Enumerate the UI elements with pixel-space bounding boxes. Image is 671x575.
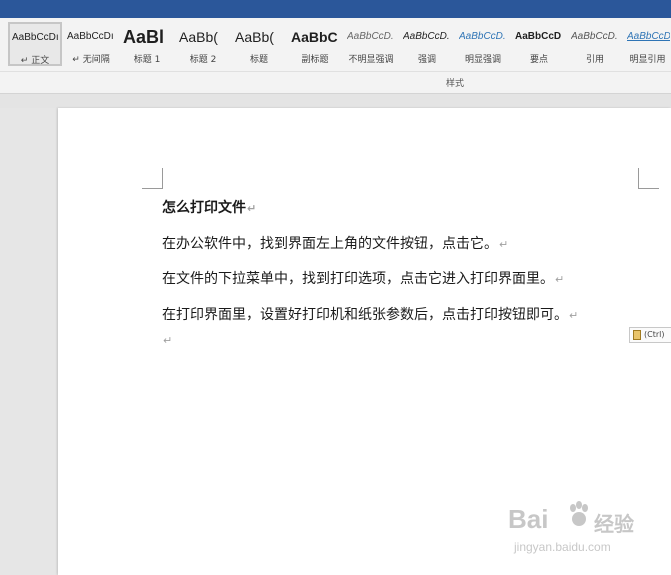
style-label: 标题: [249, 55, 268, 65]
style-normal[interactable]: AaBbCcDı ↵ 正文: [8, 22, 62, 66]
style-intense-quote[interactable]: AaBbCcD 明显引用: [624, 22, 671, 66]
watermark-text: Bai: [508, 504, 549, 534]
style-label: ↵ 无间隔: [72, 55, 110, 65]
style-preview: AaBb(: [179, 29, 218, 45]
style-quote[interactable]: AaBbCcD. 引用: [568, 22, 622, 66]
ribbon: AaBbCcDı ↵ 正文 AaBbCcDı ↵ 无间隔 AaBl 标题 1 A…: [0, 18, 671, 94]
style-preview: AaBbCcDı: [67, 31, 114, 42]
title-bar: [0, 0, 671, 18]
style-label: 引用: [585, 55, 604, 65]
style-strong[interactable]: AaBbCcD 要点: [512, 22, 566, 66]
style-subtitle[interactable]: AaBbC 副标题: [288, 22, 342, 66]
styles-gallery: AaBbCcDı ↵ 正文 AaBbCcDı ↵ 无间隔 AaBl 标题 1 A…: [8, 22, 671, 82]
style-label: 明显引用: [629, 55, 666, 65]
style-label: 标题 2: [189, 55, 217, 65]
margin-corner-top-left: [142, 168, 163, 189]
paragraph-text: 在打印界面里，设置好打印机和纸张参数后，点击打印按钮即可。: [162, 307, 568, 323]
paragraph-mark: ↵: [499, 238, 509, 251]
style-preview: AaBb(: [235, 29, 274, 45]
styles-group-label: 样式: [446, 79, 465, 89]
paragraph-mark: ↵: [569, 309, 579, 322]
baidu-watermark: Bai 经验 jingyan.baidu.com: [508, 500, 668, 570]
paragraph-3[interactable]: 在打印界面里，设置好打印机和纸张参数后，点击打印按钮即可。↵: [162, 304, 578, 324]
style-label: 明显强调: [464, 55, 501, 65]
watermark-url: jingyan.baidu.com: [514, 540, 611, 554]
margin-corner-top-right: [638, 168, 659, 189]
style-label: 不明显强调: [348, 55, 394, 65]
clipboard-icon: [633, 330, 641, 340]
empty-paragraph[interactable]: ↵: [162, 332, 172, 348]
style-preview: AaBbCcD.: [403, 31, 450, 42]
paragraph-1[interactable]: 在办公软件中，找到界面左上角的文件按钮，点击它。↵: [162, 233, 508, 253]
style-label: 副标题: [301, 55, 329, 65]
style-heading-2[interactable]: AaBb( 标题 2: [176, 22, 230, 66]
style-title[interactable]: AaBb( 标题: [232, 22, 286, 66]
style-label: 标题 1: [133, 55, 161, 65]
style-subtle-emphasis[interactable]: AaBbCcD. 不明显强调: [344, 22, 398, 66]
paw-icon: [570, 501, 588, 526]
paragraph-text: 在办公软件中，找到界面左上角的文件按钮，点击它。: [162, 236, 498, 252]
document-heading[interactable]: 怎么打印文件↵: [162, 197, 256, 217]
style-preview: AaBbCcD.: [347, 31, 394, 42]
style-preview: AaBbCcD.: [459, 31, 506, 42]
paragraph-2[interactable]: 在文件的下拉菜单中，找到打印选项，点击它进入打印界面里。↵: [162, 268, 564, 288]
style-heading-1[interactable]: AaBl 标题 1: [120, 22, 174, 66]
paragraph-mark: ↵: [247, 202, 257, 215]
paragraph-mark: ↵: [163, 334, 173, 347]
style-preview: AaBbCcD: [627, 31, 670, 42]
workspace-gap: [0, 94, 671, 108]
watermark-cn-text: 经验: [594, 512, 634, 536]
style-no-spacing[interactable]: AaBbCcDı ↵ 无间隔: [64, 22, 118, 66]
style-intense-emphasis[interactable]: AaBbCcD. 明显强调: [456, 22, 510, 66]
style-label: 要点: [529, 55, 548, 65]
style-label: 强调: [417, 55, 436, 65]
style-preview: AaBbCcD: [515, 31, 562, 42]
style-label: ↵ 正文: [20, 56, 50, 66]
heading-text: 怎么打印文件: [162, 200, 246, 216]
paragraph-mark: ↵: [555, 273, 565, 286]
style-preview: AaBbCcDı: [12, 32, 59, 43]
style-preview: AaBbCcD.: [571, 31, 618, 42]
paragraph-text: 在文件的下拉菜单中，找到打印选项，点击它进入打印界面里。: [162, 271, 554, 287]
paste-options-button[interactable]: (Ctrl): [629, 327, 671, 343]
style-emphasis[interactable]: AaBbCcD. 强调: [400, 22, 454, 66]
style-preview: AaBbC: [291, 29, 338, 45]
paste-options-label: (Ctrl): [644, 330, 665, 339]
style-preview: AaBl: [123, 27, 165, 47]
ribbon-divider: [0, 71, 671, 72]
